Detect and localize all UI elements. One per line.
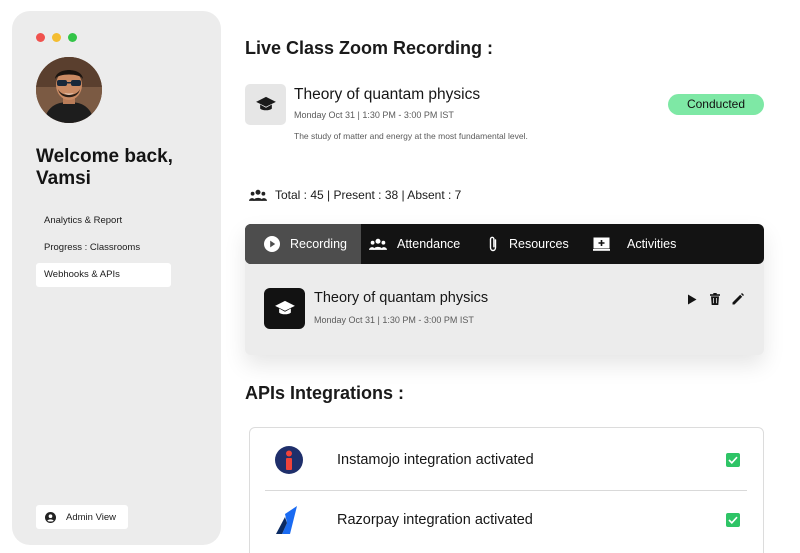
sidebar-item-analytics[interactable]: Analytics & Report: [36, 209, 171, 233]
app-window: Welcome back, Vamsi Analytics & Report P…: [0, 0, 800, 553]
admin-view-label: Admin View: [66, 511, 116, 523]
tab-attendance[interactable]: Attendance: [369, 224, 460, 264]
user-circle-icon: [45, 511, 56, 523]
close-window-dot[interactable]: [36, 33, 45, 42]
sidebar-item-progress[interactable]: Progress : Classrooms: [36, 236, 171, 260]
tab-recording-label: Recording: [290, 237, 347, 251]
play-icon[interactable]: [685, 292, 699, 306]
checkbox-checked-icon[interactable]: [726, 513, 740, 527]
status-badge: Conducted: [668, 94, 764, 115]
admin-view-button[interactable]: Admin View: [36, 505, 128, 529]
recording-card: Recording Attendance Resources Activitie…: [245, 224, 764, 355]
minimize-window-dot[interactable]: [52, 33, 61, 42]
sidebar-item-webhooks[interactable]: Webhooks & APIs: [36, 263, 171, 287]
tab-resources[interactable]: Resources: [487, 224, 569, 264]
class-date: Monday Oct 31 | 1:30 PM - 3:00 PM IST: [294, 110, 454, 120]
razorpay-logo-icon: [274, 505, 304, 535]
window-controls: [36, 33, 77, 42]
api-row-instamojo: Instamojo integration activated: [265, 430, 747, 490]
paperclip-icon: [489, 236, 497, 252]
group-icon: [249, 189, 267, 201]
sidebar-nav: Analytics & Report Progress : Classrooms…: [36, 209, 171, 290]
api-list: Instamojo integration activated Razorpay…: [249, 427, 764, 553]
tab-recording[interactable]: Recording: [245, 224, 361, 264]
instamojo-logo-icon: [274, 445, 304, 475]
group-icon: [369, 238, 387, 250]
recording-actions: [685, 292, 745, 306]
class-title: Theory of quantam physics: [294, 86, 481, 103]
checkbox-checked-icon[interactable]: [726, 453, 740, 467]
tab-activities[interactable]: Activities: [593, 224, 676, 264]
tab-resources-label: Resources: [509, 237, 569, 251]
recording-date: Monday Oct 31 | 1:30 PM - 3:00 PM IST: [314, 315, 474, 325]
graduation-cap-icon: [245, 84, 286, 125]
play-circle-icon: [264, 236, 280, 252]
apis-heading: APIs Integrations :: [245, 383, 405, 403]
tab-attendance-label: Attendance: [397, 237, 461, 251]
tab-activities-label: Activities: [627, 237, 677, 251]
welcome-heading: Welcome back, Vamsi: [36, 146, 173, 189]
pencil-icon[interactable]: [731, 292, 745, 306]
recording-title: Theory of quantam physics: [314, 290, 489, 306]
tab-bar: Recording Attendance Resources Activitie…: [245, 224, 764, 264]
class-description: The study of matter and energy at the mo…: [294, 131, 528, 141]
page-title: Live Class Zoom Recording :: [245, 38, 494, 58]
api-label-instamojo: Instamojo integration activated: [337, 452, 534, 468]
api-label-razorpay: Razorpay integration activated: [337, 512, 533, 528]
maximize-window-dot[interactable]: [68, 33, 77, 42]
avatar: [36, 57, 102, 123]
screen-icon: [593, 237, 610, 251]
attendance-stats: Total : 45 | Present : 38 | Absent : 7: [249, 188, 461, 202]
graduation-cap-icon: [264, 288, 305, 329]
api-row-razorpay: Razorpay integration activated: [265, 490, 747, 550]
trash-icon[interactable]: [708, 292, 722, 306]
attendance-stats-text: Total : 45 | Present : 38 | Absent : 7: [275, 188, 462, 202]
